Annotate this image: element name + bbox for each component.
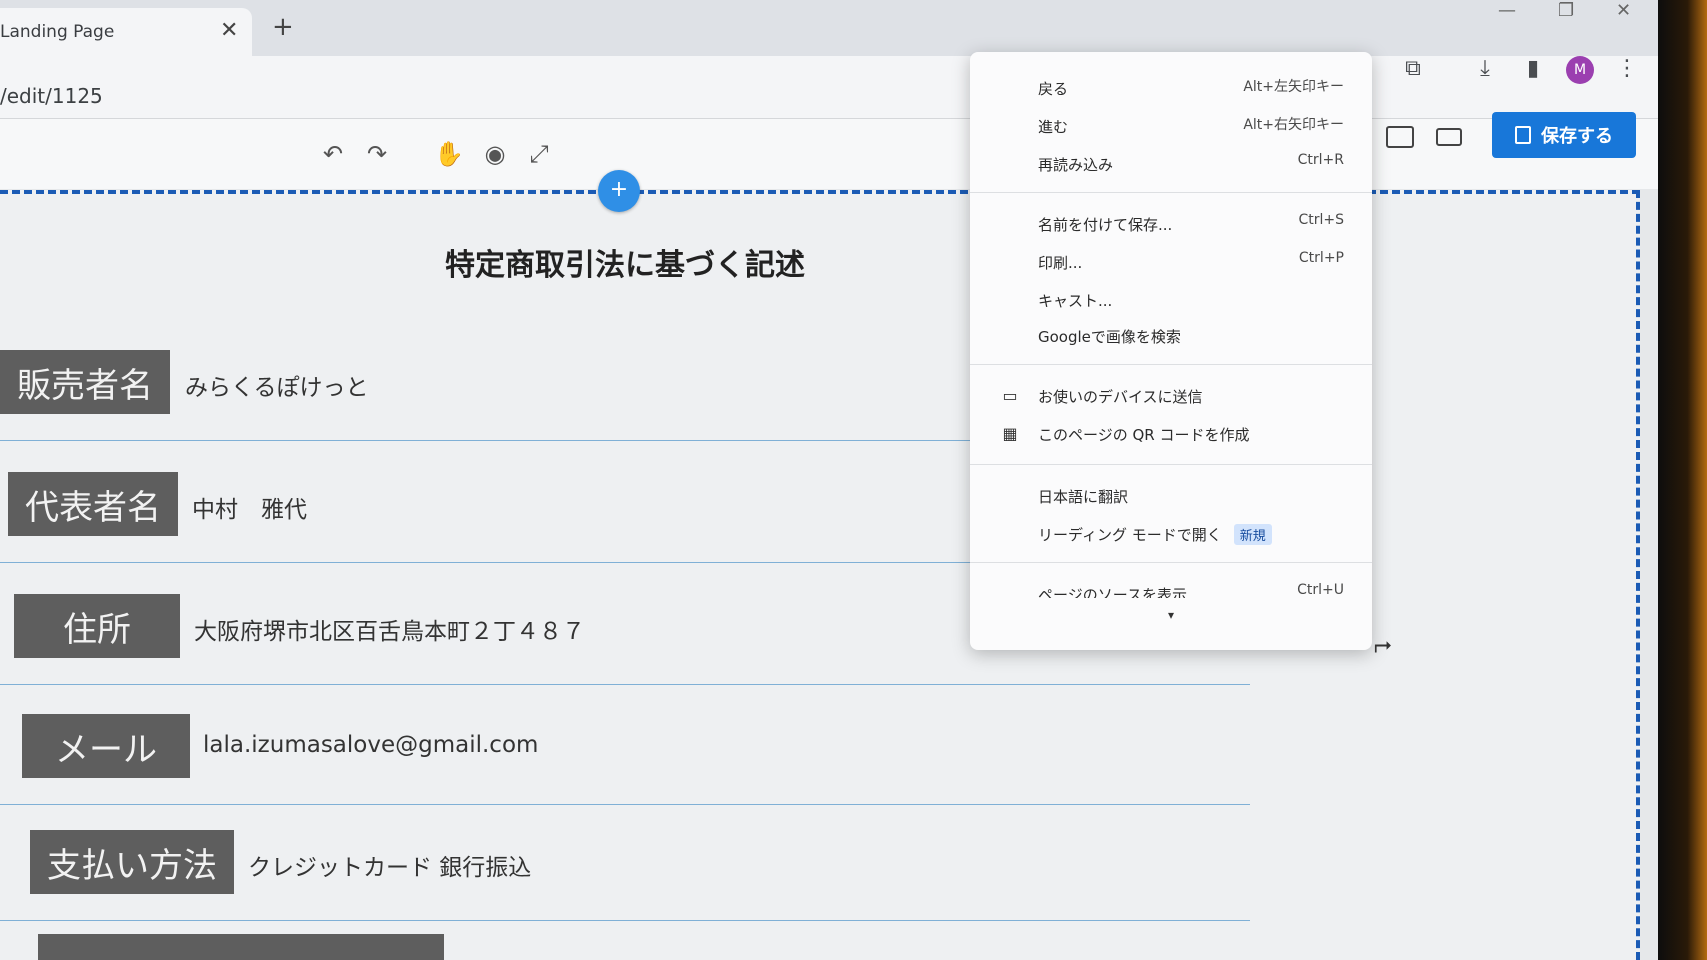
preview-eye-icon[interactable]: ◉ bbox=[480, 139, 510, 169]
minimize-icon[interactable]: — bbox=[1498, 0, 1516, 21]
row-value: lala.izumasalove@gmail.com bbox=[203, 732, 539, 758]
fullscreen-icon[interactable]: ⤢ bbox=[524, 139, 554, 169]
row-value: クレジットカード 銀行振込 bbox=[248, 855, 532, 881]
tab-close-icon[interactable]: ✕ bbox=[220, 18, 238, 43]
menu-item-save-as[interactable]: 名前を付けて保存... Ctrl+S bbox=[970, 208, 1372, 242]
row-value: 中村 雅代 bbox=[192, 497, 307, 523]
row-value: みらくるぽけっと bbox=[185, 375, 369, 401]
new-badge: 新規 bbox=[1233, 524, 1272, 545]
screen-bezel bbox=[1658, 0, 1707, 960]
menu-item-reading-mode[interactable]: リーディング モードで開く 新規 bbox=[970, 518, 1372, 552]
send-to-device-icon: ▭ bbox=[1002, 386, 1018, 405]
menu-item-back[interactable]: 戻る Alt+左矢印キー bbox=[970, 72, 1372, 106]
menu-separator bbox=[970, 562, 1372, 563]
menu-item-search-image[interactable]: Googleで画像を検索 bbox=[970, 320, 1372, 354]
menu-item-reload[interactable]: 再読み込み Ctrl+R bbox=[970, 148, 1372, 182]
menu-item-cast[interactable]: キャスト... bbox=[970, 284, 1372, 318]
more-menu-icon[interactable]: ⋮ bbox=[1614, 56, 1640, 82]
row-value: 大阪府堺市北区百舌鳥本町２丁４８７ bbox=[194, 619, 585, 645]
menu-item-translate[interactable]: 日本語に翻訳 bbox=[970, 480, 1372, 514]
new-tab-button[interactable]: + bbox=[272, 14, 294, 40]
row-label: 支払い方法 bbox=[30, 830, 234, 894]
menu-item-print[interactable]: 印刷... Ctrl+P bbox=[970, 246, 1372, 280]
menu-separator bbox=[970, 192, 1372, 193]
scroll-down-icon[interactable]: ▾ bbox=[1168, 608, 1174, 622]
side-panel-icon[interactable]: ▮ bbox=[1520, 56, 1546, 82]
info-row[interactable]: 支払い方法 クレジットカード 銀行振込 bbox=[0, 820, 1250, 921]
redo-icon[interactable]: ↷ bbox=[362, 139, 392, 169]
menu-item-forward[interactable]: 進む Alt+右矢印キー bbox=[970, 110, 1372, 144]
row-label: メール bbox=[22, 714, 190, 778]
save-button[interactable]: 保存する bbox=[1492, 112, 1636, 158]
mouse-cursor-icon: ⮣ bbox=[1374, 632, 1392, 657]
undo-icon[interactable]: ↶ bbox=[318, 139, 348, 169]
menu-item-send-to-device[interactable]: ▭ お使いのデバイスに送信 bbox=[970, 380, 1372, 414]
laptop-view-icon[interactable] bbox=[1436, 128, 1462, 146]
row-label: 住所 bbox=[14, 594, 180, 658]
close-window-icon[interactable]: ✕ bbox=[1616, 0, 1631, 21]
address-bar[interactable]: /edit/1125 bbox=[0, 84, 103, 108]
profile-avatar[interactable]: M bbox=[1566, 56, 1594, 84]
extensions-icon[interactable]: ⧉ bbox=[1400, 56, 1426, 82]
tab-title: Landing Page bbox=[0, 22, 115, 42]
qr-code-icon: ▦ bbox=[1002, 424, 1018, 443]
row-label: 代表者名 bbox=[8, 472, 178, 536]
hand-tool-icon[interactable]: ✋ bbox=[434, 139, 464, 169]
row-label: 販売者名 bbox=[0, 350, 170, 414]
menu-item-qr-code[interactable]: ▦ このページの QR コードを作成 bbox=[970, 418, 1372, 452]
download-icon[interactable]: ⤓ bbox=[1472, 56, 1498, 82]
menu-item-view-source[interactable]: ページのソースを表示 Ctrl+U bbox=[970, 578, 1372, 598]
save-icon bbox=[1515, 126, 1531, 144]
menu-separator bbox=[970, 464, 1372, 465]
add-section-button[interactable]: + bbox=[598, 170, 640, 212]
context-menu: 戻る Alt+左矢印キー 進む Alt+右矢印キー 再読み込み Ctrl+R 名… bbox=[970, 52, 1372, 650]
menu-separator bbox=[970, 364, 1372, 365]
info-row[interactable]: メール lala.izumasalove@gmail.com bbox=[0, 704, 1250, 805]
save-button-label: 保存する bbox=[1541, 126, 1613, 147]
tab-strip: Landing Page ✕ + — ❐ ✕ bbox=[0, 0, 1658, 56]
next-row-label-partial bbox=[38, 934, 444, 960]
browser-tab[interactable]: Landing Page ✕ bbox=[0, 8, 252, 56]
restore-icon[interactable]: ❐ bbox=[1558, 0, 1574, 21]
tablet-view-icon[interactable] bbox=[1386, 126, 1414, 148]
screen: Landing Page ✕ + — ❐ ✕ /edit/1125 ⧉ ⤓ ▮ … bbox=[0, 0, 1658, 960]
